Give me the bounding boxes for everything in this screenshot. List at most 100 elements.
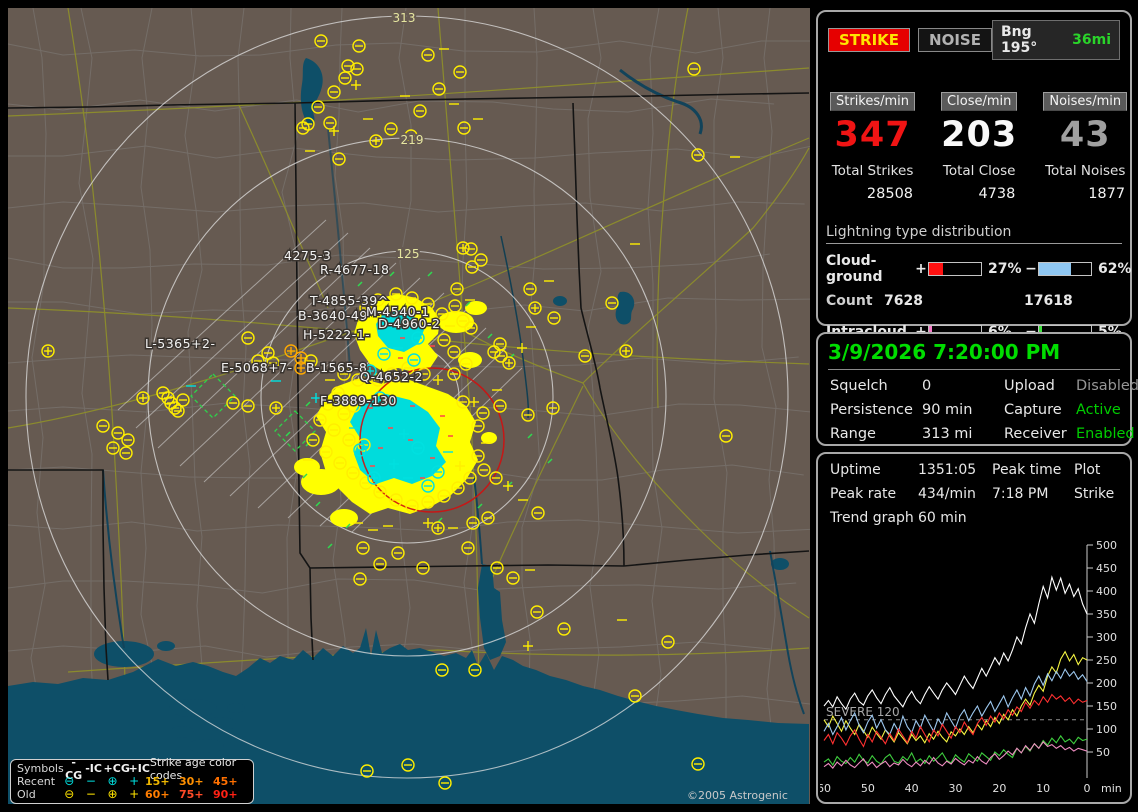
trend-series-green [824, 736, 1087, 765]
svg-text:150: 150 [1096, 700, 1117, 713]
trend-graph: 5010015020025030035040045050060504030201… [820, 540, 1130, 800]
mode-toolbar: STRIKE NOISE Bng 195° 36mi [828, 20, 1120, 60]
cg-negative-bar [1038, 262, 1092, 276]
copyright-text: ©2005 Astrogenic Systems [687, 789, 810, 804]
legend-old-row: Old ⊖ − ⊕ + 60+ 75+ 90+ [17, 788, 247, 801]
persistence-value: 90 min [922, 402, 1004, 418]
cg-count-label: Count [826, 293, 884, 309]
plus-sign: + [914, 261, 928, 277]
distribution-title: Lightning type distribution [826, 224, 1122, 244]
capture-label: Capture [1004, 402, 1076, 418]
cg-negative-count: 17618 [1024, 293, 1122, 309]
cg-negative-pct: 62% [1092, 261, 1132, 277]
status-panel: 3/9/2026 7:20:00 PM Squelch 0 Upload Dis… [816, 332, 1132, 446]
close-per-min-header: Close/min [941, 92, 1017, 111]
peak-time-value: 7:18 PM [992, 486, 1074, 502]
uptime-value: 1351:05 [918, 462, 992, 478]
svg-text:250: 250 [1096, 654, 1117, 667]
stats-panel: STRIKE NOISE Bng 195° 36mi Strikes/min 3… [816, 10, 1132, 326]
close-per-min-value: 203 [941, 115, 1017, 155]
cloud-ground-row: Cloud-ground + 27% − 62% [826, 253, 1122, 285]
pos-ic-old-icon: + [123, 788, 145, 801]
svg-text:40: 40 [905, 782, 919, 795]
svg-text:50: 50 [861, 782, 875, 795]
range-ring-label: 219 [401, 133, 424, 147]
svg-text:20: 20 [992, 782, 1006, 795]
age-15: 15+ [145, 775, 179, 788]
svg-text:400: 400 [1096, 585, 1117, 598]
minus-sign: − [1024, 261, 1038, 277]
storm-cell-label: Q-4652-2 [360, 369, 423, 384]
lightning-map[interactable]: 4275-3R-4677-18T-4855-39^B-3640-49^M-454… [8, 8, 810, 804]
cg-positive-count: 7628 [884, 293, 1024, 309]
lightning-map-canvas: 4275-3R-4677-18T-4855-39^B-3640-49^M-454… [8, 8, 810, 804]
uptime-label: Uptime [830, 462, 918, 478]
storm-cell-label: 4275-3 [284, 248, 331, 263]
total-noises-value: 1877 [1043, 186, 1127, 202]
age-60: 60+ [145, 788, 179, 801]
noise-button[interactable]: NOISE [918, 28, 992, 52]
receiver-label: Receiver [1004, 426, 1076, 442]
total-strikes-value: 28508 [830, 186, 915, 202]
age-75: 75+ [179, 788, 213, 801]
range-value: 313 mi [922, 426, 1004, 442]
squelch-label: Squelch [830, 378, 922, 394]
bearing-value: Bng 195° [1001, 24, 1072, 56]
total-close-label: Total Close [941, 163, 1017, 179]
persistence-label: Persistence [830, 402, 922, 418]
uptime-row: Uptime 1351:05 Peak time Plot [830, 462, 1118, 478]
neg-ic-old-icon: − [80, 788, 102, 801]
svg-text:300: 300 [1096, 631, 1117, 644]
strikes-per-min-column: Strikes/min 347 Total Strikes 28508 [830, 90, 915, 202]
svg-text:min: min [1101, 782, 1122, 795]
storm-cell-label: D-4960-2 [378, 316, 440, 331]
storm-cell-label: E-5068+7- [221, 360, 293, 375]
peak-rate-value: 434/min [918, 486, 992, 502]
svg-text:500: 500 [1096, 540, 1117, 552]
age-90: 90+ [213, 788, 247, 801]
legend-recent-label: Recent [17, 775, 59, 788]
close-per-min-column: Close/min 203 Total Close 4738 [941, 90, 1017, 202]
storm-cell-label: R-4677-18 [320, 262, 389, 277]
trend-series-red [824, 695, 1087, 747]
receiver-value: Enabled [1076, 426, 1135, 442]
cloud-ground-label: Cloud-ground [826, 253, 914, 285]
svg-text:10: 10 [1036, 782, 1050, 795]
status-row: Persistence 90 min Capture Active [830, 402, 1118, 418]
trend-graph-label: Trend graph [830, 510, 918, 526]
pos-cg-old-icon: ⊕ [102, 788, 124, 801]
plot-label: Plot [1074, 462, 1118, 478]
storm-cell-label: H-5222-1- [303, 327, 370, 342]
storm-cell-label: B-1565-8 [306, 360, 367, 375]
age-30: 30+ [179, 775, 213, 788]
neg-cg-old-icon: ⊖ [59, 788, 81, 801]
bearing-distance: 36mi [1072, 32, 1111, 48]
legend-symbols-title: Symbols [17, 762, 64, 775]
strike-button[interactable]: STRIKE [828, 28, 910, 52]
range-ring-label: 313 [393, 11, 416, 25]
svg-text:30: 30 [949, 782, 963, 795]
upload-label: Upload [1004, 378, 1076, 394]
storm-cell-label: L-5365+2- [145, 336, 216, 351]
cloud-ground-count-row: Count 7628 17618 [826, 293, 1122, 309]
peak-time-label: Peak time [992, 462, 1074, 478]
upload-value: Disabled [1076, 378, 1138, 394]
range-ring-label: 125 [397, 247, 420, 261]
status-row: Squelch 0 Upload Disabled [830, 378, 1118, 394]
cg-positive-bar [928, 262, 982, 276]
svg-text:SEVERE 120: SEVERE 120 [826, 705, 900, 719]
app-window: 4275-3R-4677-18T-4855-39^B-3640-49^M-454… [0, 0, 1138, 812]
age-45: 45+ [213, 775, 247, 788]
trend-graph-row: Trend graph 60 min [830, 510, 1118, 526]
svg-text:200: 200 [1096, 677, 1117, 690]
total-strikes-label: Total Strikes [830, 163, 915, 179]
noises-per-min-column: Noises/min 43 Total Noises 1877 [1043, 90, 1127, 202]
status-row: Range 313 mi Receiver Enabled [830, 426, 1118, 442]
legend-old-label: Old [17, 788, 59, 801]
range-label: Range [830, 426, 922, 442]
noises-per-min-value: 43 [1043, 115, 1127, 155]
trend-series-yellow [824, 652, 1087, 744]
peak-rate-label: Peak rate [830, 486, 918, 502]
total-close-value: 4738 [941, 186, 1017, 202]
noises-per-min-header: Noises/min [1043, 92, 1127, 111]
